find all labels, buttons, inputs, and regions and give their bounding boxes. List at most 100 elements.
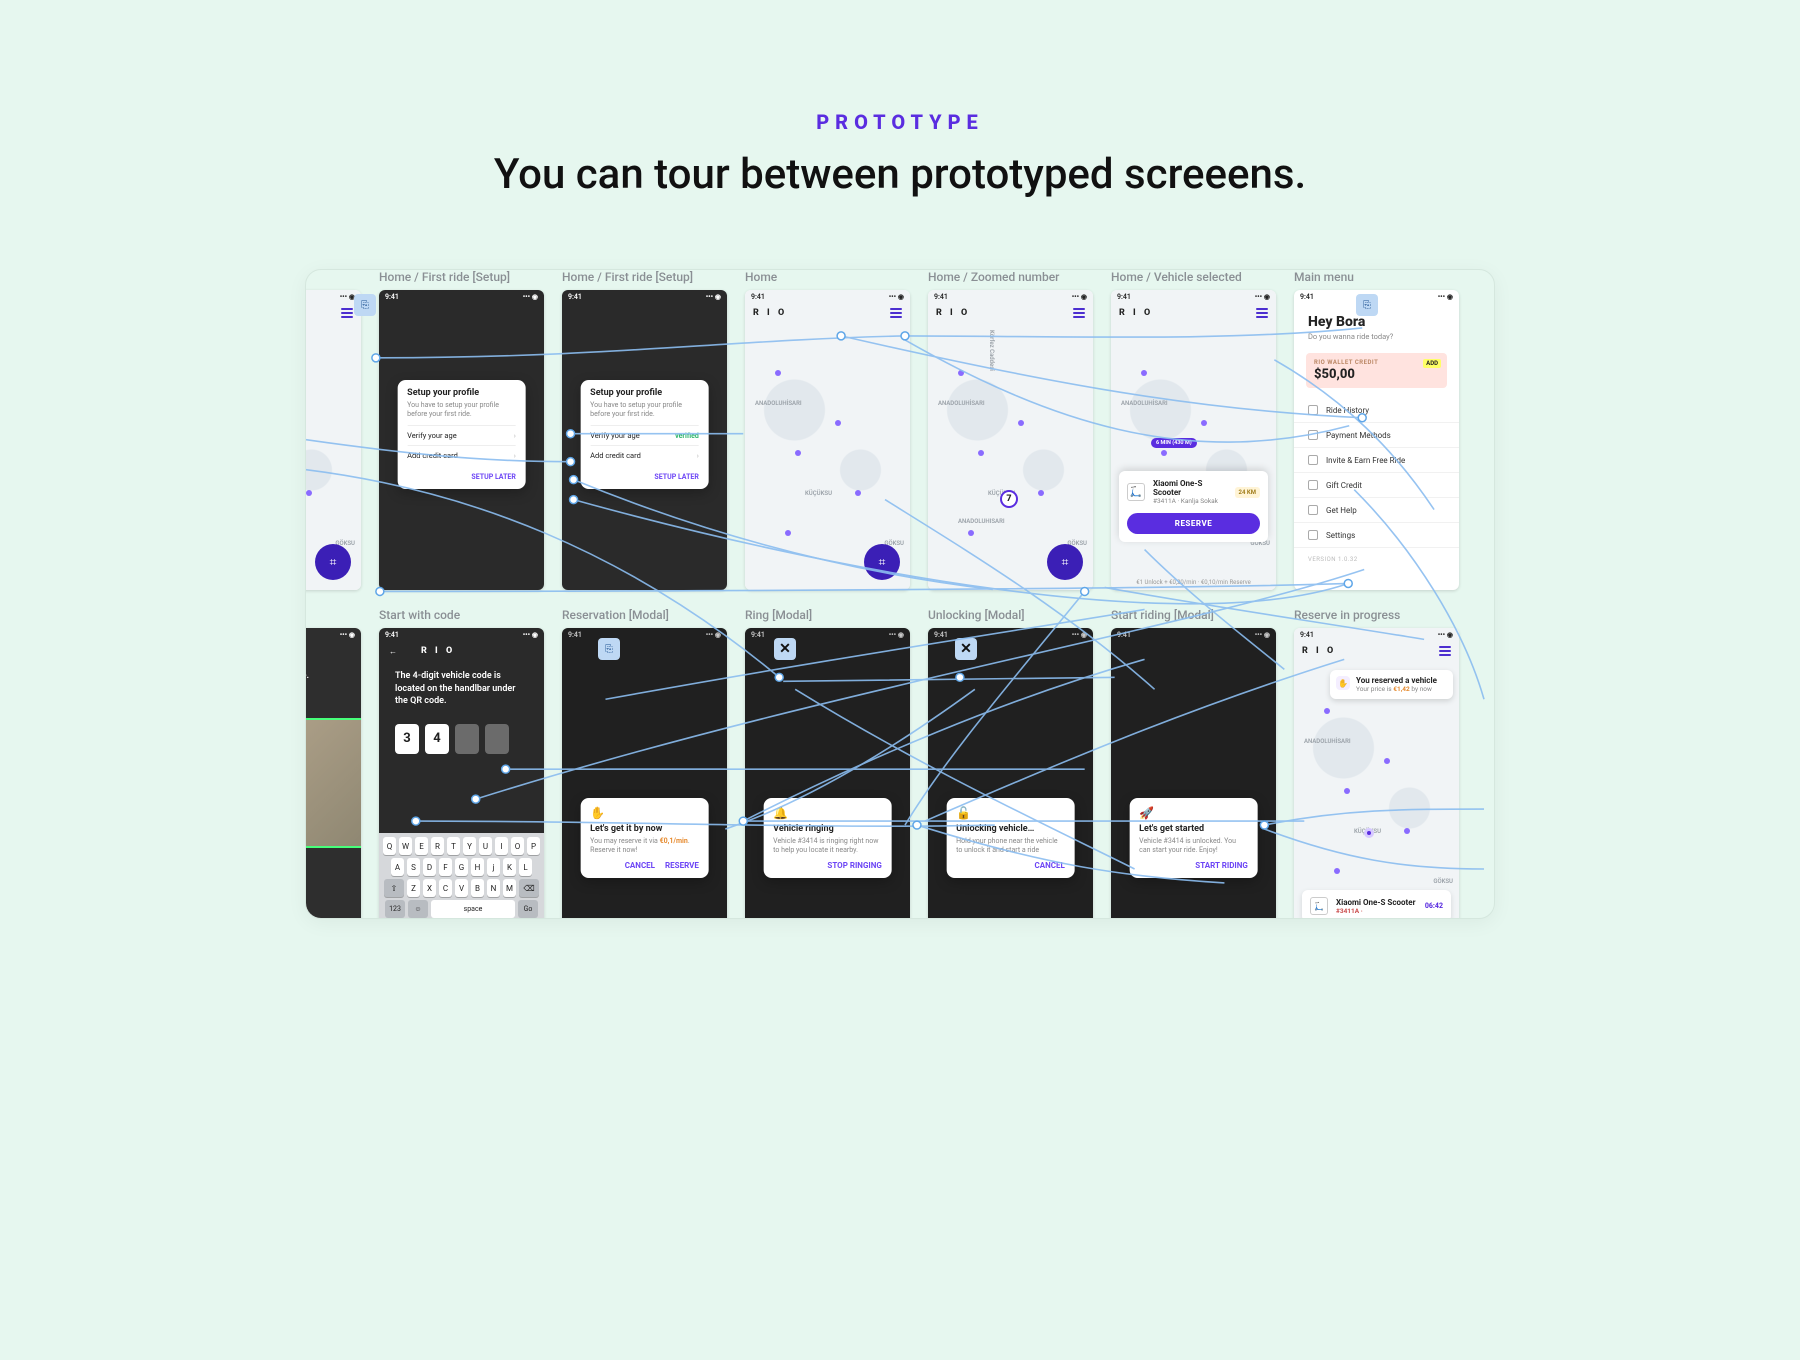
- key[interactable]: S: [407, 858, 420, 876]
- key[interactable]: j: [487, 858, 500, 876]
- screen-scan-qr[interactable]: 9:41••• ◉ R I O Code on the vehicle to e…: [305, 628, 361, 919]
- menu-icon[interactable]: [1256, 308, 1268, 318]
- backspace-key[interactable]: ⌫: [519, 879, 539, 897]
- key[interactable]: V: [455, 879, 468, 897]
- menu-icon[interactable]: [1073, 308, 1085, 318]
- frame-label: Home / First ride [Setup]: [379, 270, 544, 284]
- key[interactable]: A: [391, 858, 404, 876]
- frame-label: Reserve in progress: [1294, 608, 1459, 622]
- screen-vehicle-selected[interactable]: ANADOLUHİSARI KÜÇÜKSU GÖKSU 6 MIN (430 M…: [1111, 290, 1276, 590]
- scan-fab[interactable]: ⌗: [864, 544, 900, 580]
- prototype-canvas[interactable]: irst ride ANADOLUHİSARI KÜÇÜKSU GÖKSU 9:…: [305, 269, 1495, 919]
- scan-fab[interactable]: ⌗: [1047, 544, 1083, 580]
- stop-ringing-button[interactable]: STOP RINGING: [827, 861, 881, 870]
- menu-icon[interactable]: [890, 308, 902, 318]
- screen-first-ride[interactable]: ANADOLUHİSARI KÜÇÜKSU GÖKSU 9:41••• ◉ R …: [305, 290, 361, 590]
- cluster-marker[interactable]: 7: [1000, 490, 1018, 508]
- key[interactable]: D: [423, 858, 436, 876]
- rocket-icon: 🚀: [1139, 806, 1248, 820]
- key[interactable]: G: [455, 858, 468, 876]
- key[interactable]: K: [503, 858, 516, 876]
- verify-age-row[interactable]: Verify your age ›: [407, 425, 516, 445]
- flash-button[interactable]: ⚡FLASH: [305, 904, 307, 919]
- menu-item[interactable]: Invite & Earn Free Ride: [1294, 448, 1459, 473]
- menu-item[interactable]: Gift Credit: [1294, 473, 1459, 498]
- screen-ring-modal[interactable]: 9:41••• ◉ 🔔 Vehicle ringingVehicle #3414…: [745, 628, 910, 919]
- add-credit-button[interactable]: ADD: [1423, 359, 1441, 368]
- pricing-info: €1 Unlock + €0,20/min · €0,10/min Reserv…: [1111, 573, 1276, 586]
- key[interactable]: E: [415, 837, 428, 855]
- code-digit: 4: [425, 724, 449, 754]
- screen-main-menu[interactable]: 9:41••• ◉ Hey BoraDo you wanna ride toda…: [1294, 290, 1459, 590]
- status-bar: 9:41••• ◉: [562, 290, 727, 304]
- setup-later-button[interactable]: SETUP LATER: [590, 473, 699, 481]
- code-input[interactable]: 34: [379, 724, 544, 754]
- cancel-button[interactable]: CANCEL: [625, 861, 655, 870]
- key[interactable]: C: [439, 879, 452, 897]
- add-card-row[interactable]: Add credit card›: [590, 445, 699, 465]
- screen-setup[interactable]: 9:41••• ◉ Setup your profile You have to…: [562, 290, 727, 590]
- reserve-button[interactable]: RESERVE: [1127, 513, 1260, 534]
- status-bar: 9:41••• ◉: [1111, 290, 1276, 304]
- key[interactable]: T: [447, 837, 460, 855]
- key[interactable]: Q: [383, 837, 396, 855]
- key[interactable]: L: [519, 858, 532, 876]
- key[interactable]: W: [399, 837, 412, 855]
- reserved-vehicle-card[interactable]: 🛴 Xiaomi One-S Scooter #3411A · 06:42: [1302, 890, 1451, 919]
- wallet-credit-card[interactable]: RIO WALLET CREDIT $50,00 ADD: [1306, 353, 1447, 388]
- app-header: R I O: [928, 304, 1093, 322]
- screen-reservation-modal[interactable]: 9:41••• ◉ ✋ Let's get it by now You may …: [562, 628, 727, 919]
- screen-reserve-progress[interactable]: ANADOLUHİSARI KÜÇÜKSU GÖKSU 9:41••• ◉ R …: [1294, 628, 1459, 919]
- menu-item[interactable]: Settings: [1294, 523, 1459, 548]
- key[interactable]: H: [471, 858, 484, 876]
- menu-icon[interactable]: [1439, 646, 1451, 656]
- setup-later-button[interactable]: SETUP LATER: [407, 473, 516, 481]
- screen-start-modal[interactable]: 9:41••• ◉ 🚀 Let's get startedVehicle #34…: [1111, 628, 1276, 919]
- key[interactable]: Z: [407, 879, 420, 897]
- keyboard[interactable]: QWERTYUIOP ASDFGHjKL ⇧ZXCVBNM⌫ 123☺space…: [379, 833, 544, 919]
- start-riding-button[interactable]: START RIDING: [1195, 861, 1248, 870]
- reserved-marker[interactable]: [1364, 828, 1374, 838]
- space-key[interactable]: space: [431, 900, 515, 918]
- frame-label: Start with code: [379, 608, 544, 622]
- screen-enter-code[interactable]: 9:41••• ◉ ← R I O The 4-digit vehicle co…: [379, 628, 544, 919]
- cancel-button[interactable]: CANCEL: [1035, 861, 1065, 870]
- scooter-icon: 🛴: [1127, 483, 1145, 501]
- emoji-key[interactable]: ☺: [408, 900, 428, 918]
- key[interactable]: M: [503, 879, 516, 897]
- numeric-key[interactable]: 123: [385, 900, 405, 918]
- setup-modal: Setup your profile You have to setup you…: [397, 380, 526, 489]
- status-bar: 9:41••• ◉: [379, 628, 544, 642]
- screen-home[interactable]: ANADOLUHİSARI KÜÇÜKSU GÖKSU Körfez Cadde…: [928, 290, 1093, 590]
- key[interactable]: R: [431, 837, 444, 855]
- map-view[interactable]: ANADOLUHİSARI KÜÇÜKSU GÖKSU 6 MIN (430 M…: [1111, 290, 1276, 590]
- menu-item[interactable]: Get Help: [1294, 498, 1459, 523]
- key[interactable]: X: [423, 879, 436, 897]
- key[interactable]: Y: [463, 837, 476, 855]
- status-bar: 9:41••• ◉: [305, 290, 361, 304]
- hand-icon: ✋: [590, 806, 699, 820]
- scan-fab[interactable]: ⌗: [315, 544, 351, 580]
- reserve-button[interactable]: RESERVE: [665, 861, 699, 870]
- key[interactable]: P: [527, 837, 540, 855]
- key[interactable]: N: [487, 879, 500, 897]
- go-key[interactable]: Go: [518, 900, 538, 918]
- menu-item[interactable]: Payment Methods: [1294, 423, 1459, 448]
- screen-unlock-modal[interactable]: 9:41••• ◉ 🔓 Unlocking vehicle…Hold your …: [928, 628, 1093, 919]
- key[interactable]: U: [479, 837, 492, 855]
- key[interactable]: O: [511, 837, 524, 855]
- reserve-timer: 06:42: [1425, 902, 1443, 910]
- screen-home[interactable]: ANADOLUHİSARI KÜÇÜKSU GÖKSU 9:41••• ◉ R …: [745, 290, 910, 590]
- key[interactable]: B: [471, 879, 484, 897]
- shift-key[interactable]: ⇧: [384, 879, 404, 897]
- back-icon[interactable]: ←: [389, 647, 397, 656]
- add-card-row[interactable]: Add credit card›: [407, 445, 516, 465]
- verify-age-row[interactable]: Verify your age verified: [590, 425, 699, 445]
- menu-icon[interactable]: [341, 308, 353, 318]
- reservation-toast: ✋ You reserved a vehicle Your price is €…: [1330, 670, 1453, 699]
- screen-setup[interactable]: 9:41••• ◉ Setup your profile You have to…: [379, 290, 544, 590]
- key[interactable]: I: [495, 837, 508, 855]
- key[interactable]: F: [439, 858, 452, 876]
- menu-item[interactable]: Ride History: [1294, 398, 1459, 423]
- frame-label: Home / First ride [Setup]: [562, 270, 727, 284]
